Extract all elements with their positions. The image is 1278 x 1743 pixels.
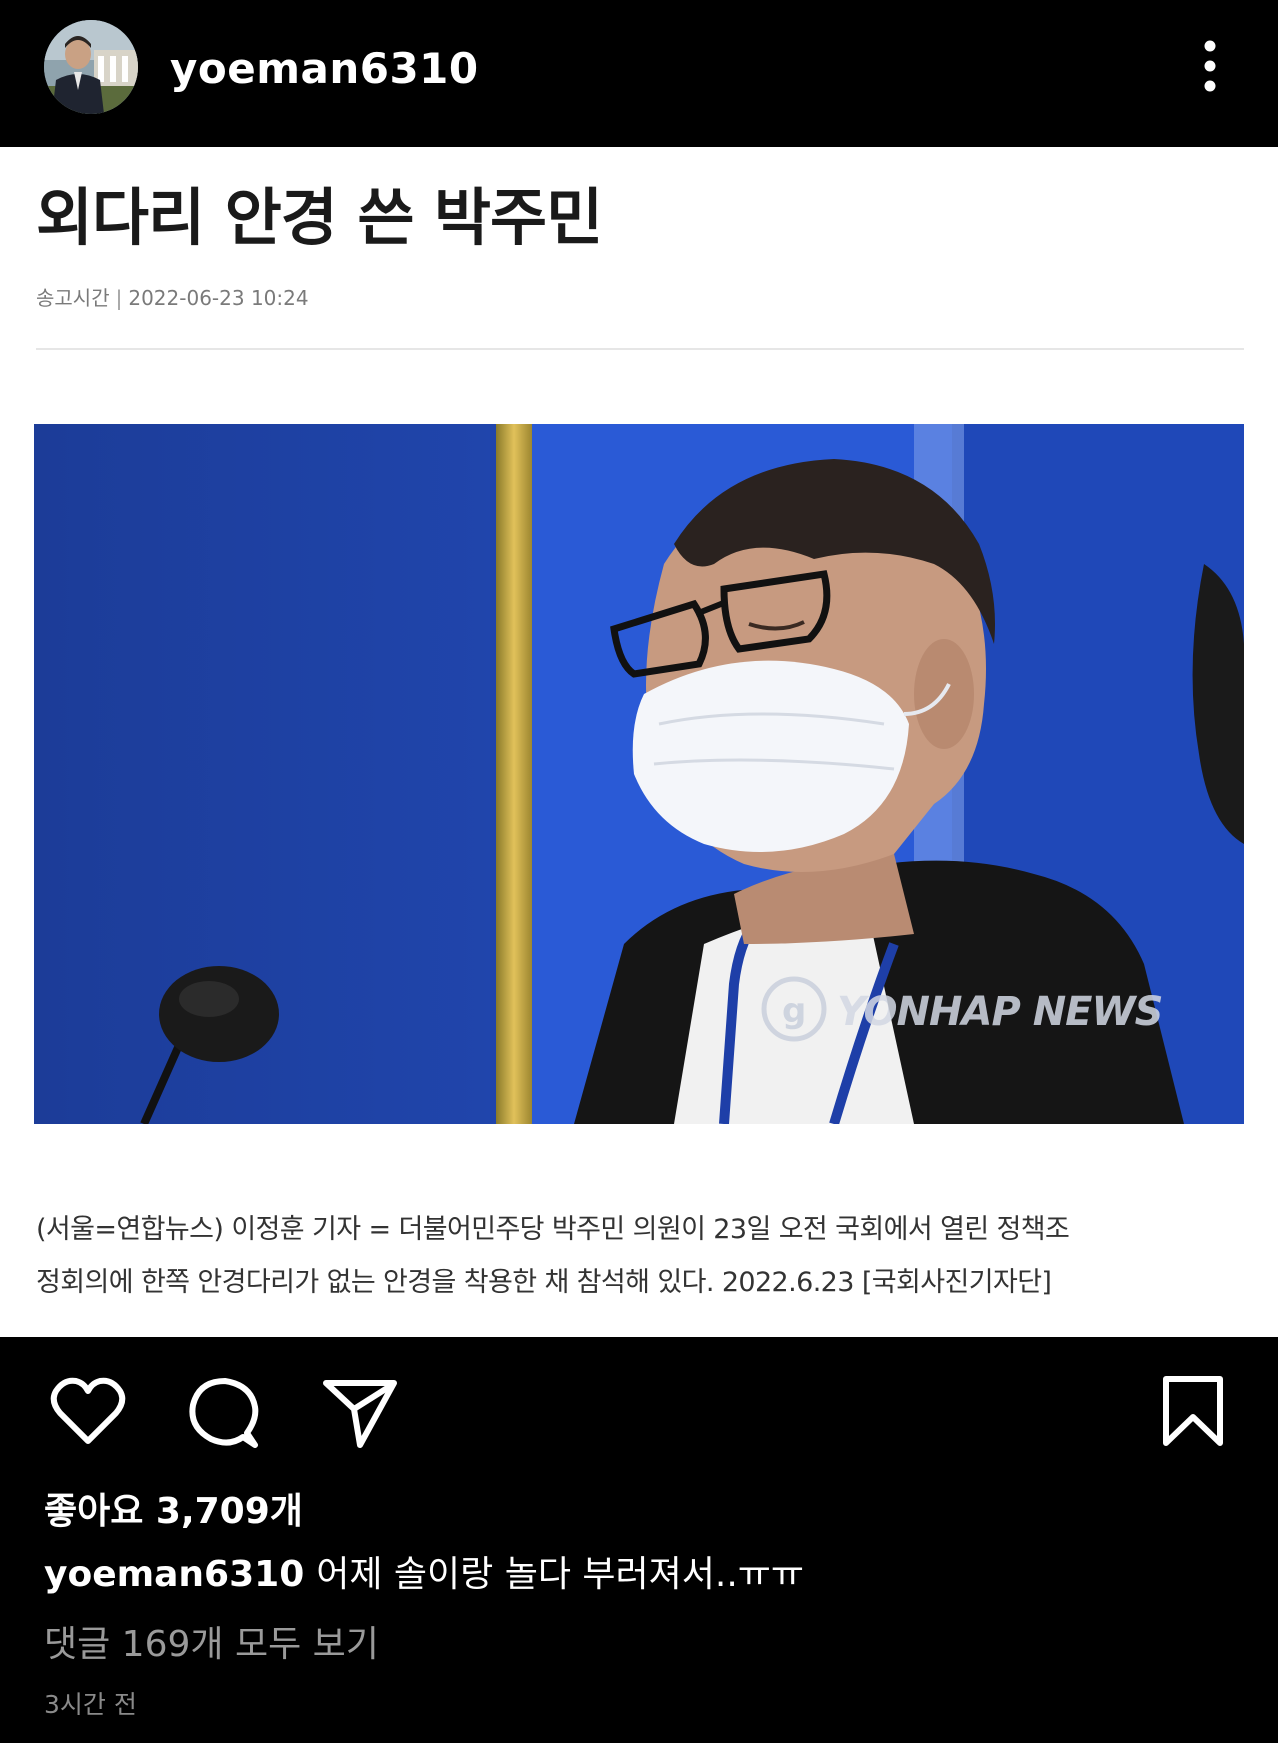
article-divider [36,348,1244,350]
caption-text: 어제 솔이랑 놀다 부러져서..ㅠㅠ [316,1554,805,1595]
send-icon [323,1380,397,1448]
article-headline: 외다리 안경 쓴 박주민 [36,181,603,254]
save-button[interactable] [1160,1375,1226,1449]
post-footer: 좋아요 3,709개 yoeman6310 어제 솔이랑 놀다 부러져서..ㅠㅠ … [0,1337,1278,1743]
svg-text:g: g [782,991,806,1031]
caption-line-2: 정회의에 한쪽 안경다리가 없는 안경을 착용한 채 참석해 있다. 2022.… [36,1267,1052,1298]
avatar[interactable] [44,20,138,114]
heart-icon [50,1377,126,1444]
caption-line-1: (서울=연합뉴스) 이정훈 기자 = 더불어민주당 박주민 의원이 23일 오전… [36,1214,1070,1245]
header-username[interactable]: yoeman6310 [170,44,479,93]
caption-username[interactable]: yoeman6310 [44,1554,304,1595]
post-timestamp: 3시간 전 [44,1690,137,1719]
comment-icon [189,1378,259,1448]
news-photo: g YONHAP NEWS [34,424,1244,1124]
bookmark-icon [1163,1376,1223,1446]
meta-separator: | [115,286,123,310]
view-all-comments-link[interactable]: 댓글 169개 모두 보기 [44,1615,379,1667]
post-caption: yoeman6310 어제 솔이랑 놀다 부러져서..ㅠㅠ [44,1545,804,1597]
avatar-image [44,20,138,114]
more-options-button[interactable] [1188,36,1232,100]
post-header: yoeman6310 [0,0,1278,147]
photo-watermark: YONHAP NEWS [837,989,1163,1035]
more-vertical-icon [1204,40,1216,92]
likes-count[interactable]: 좋아요 3,709개 [44,1482,303,1534]
article-meta: 송고시간 | 2022-06-23 10:24 [36,282,309,311]
news-article: 외다리 안경 쓴 박주민 송고시간 | 2022-06-23 10:24 g Y… [0,147,1278,1337]
instagram-post-screenshot: yoeman6310 외다리 안경 쓴 박주민 송고시간 | 2022-06-23 … [0,0,1278,1743]
like-button[interactable] [50,1377,126,1447]
share-button[interactable] [322,1377,398,1449]
comment-button[interactable] [185,1375,261,1451]
meta-label: 송고시간 [36,286,110,310]
meta-datetime: 2022-06-23 10:24 [128,286,309,310]
article-caption: (서울=연합뉴스) 이정훈 기자 = 더불어민주당 박주민 의원이 23일 오전… [36,1203,1256,1309]
